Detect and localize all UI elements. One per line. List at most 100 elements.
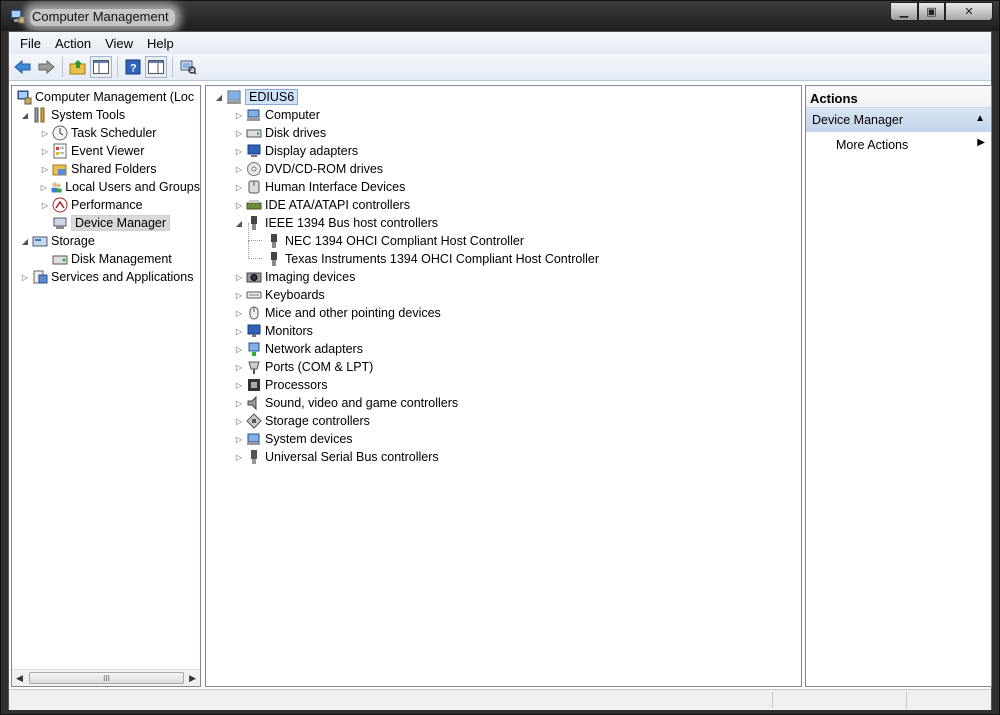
expand-arrow-icon[interactable]: ▷ [234, 416, 244, 426]
tree-item-shared-folders[interactable]: ▷ Shared Folders [12, 160, 200, 178]
help-icon[interactable]: ? [122, 56, 144, 78]
expand-arrow-icon[interactable]: ▷ [234, 362, 244, 372]
tree-item-services-applications[interactable]: ▷ Services and Applications [12, 268, 200, 286]
scan-hardware-icon[interactable] [177, 56, 199, 78]
collapse-arrow-icon[interactable]: ◢ [20, 110, 30, 120]
tree-label: IEEE 1394 Bus host controllers [265, 216, 439, 230]
actions-section-device-manager[interactable]: Device Manager ▲ [806, 108, 991, 132]
device-tree-pane[interactable]: ◢ EDIUS6 ▷ Computer ▷ Disk drives ▷ Display a… [205, 85, 802, 687]
device-category-network-adapters[interactable]: ▷ Network adapters [206, 340, 801, 358]
close-button[interactable]: ✕ [945, 2, 993, 21]
expand-arrow-icon[interactable]: ▷ [234, 110, 244, 120]
tree-label: Computer Management (Loc [35, 90, 195, 104]
tree-item-storage[interactable]: ◢ Storage [12, 232, 200, 250]
device-category-keyboards[interactable]: ▷ Keyboards [206, 286, 801, 304]
device-category-disk-drives[interactable]: ▷ Disk drives [206, 124, 801, 142]
expand-arrow-icon[interactable]: ▷ [234, 326, 244, 336]
horizontal-scrollbar[interactable]: ◀ III ▶ [12, 669, 200, 686]
tree-item-local-users[interactable]: ▷ Local Users and Groups [12, 178, 200, 196]
tree-item-task-scheduler[interactable]: ▷ Task Scheduler [12, 124, 200, 142]
title-bar[interactable]: Computer Management ▁ ▣ ✕ [1, 1, 999, 31]
expand-arrow-icon[interactable]: ▷ [234, 344, 244, 354]
device-category-mice-and-other-pointing-devices[interactable]: ▷ Mice and other pointing devices [206, 304, 801, 322]
device-category-imaging-devices[interactable]: ▷ Imaging devices [206, 268, 801, 286]
device-category-processors[interactable]: ▷ Processors [206, 376, 801, 394]
expand-arrow-icon[interactable]: ▷ [234, 164, 244, 174]
action-pane-icon[interactable] [145, 56, 167, 78]
device-category-ports-com-lpt[interactable]: ▷ Ports (COM & LPT) [206, 358, 801, 376]
status-segment [906, 692, 907, 708]
tree-label: Computer [265, 108, 320, 122]
expand-arrow-icon[interactable]: ▷ [234, 182, 244, 192]
expand-arrow-icon[interactable]: ▷ [40, 164, 50, 174]
expand-arrow-icon[interactable]: ▷ [234, 398, 244, 408]
collapse-arrow-icon[interactable]: ◢ [20, 236, 30, 246]
expand-arrow-icon[interactable]: ▷ [40, 146, 50, 156]
scroll-left-icon[interactable]: ◀ [16, 673, 23, 684]
show-hide-tree-icon[interactable] [90, 56, 112, 78]
expand-arrow-icon[interactable]: ▷ [234, 434, 244, 444]
device-category-universal-serial-bus-controllers[interactable]: ▷ Universal Serial Bus controllers [206, 448, 801, 466]
expand-arrow-icon[interactable]: ▷ [234, 128, 244, 138]
expand-arrow-icon[interactable]: ▷ [234, 146, 244, 156]
device-category-computer[interactable]: ▷ Computer [206, 106, 801, 124]
tree-item-event-viewer[interactable]: ▷ Event Viewer [12, 142, 200, 160]
window-title: Computer Management [30, 9, 175, 26]
expand-arrow-icon[interactable]: ▷ [40, 128, 50, 138]
expand-arrow-icon[interactable]: ▷ [234, 380, 244, 390]
scrollbar-thumb[interactable]: III [29, 672, 184, 684]
collapse-up-icon[interactable]: ▲ [975, 113, 985, 124]
expand-arrow-icon[interactable]: ▷ [40, 182, 48, 192]
device-category-storage-controllers[interactable]: ▷ Storage controllers [206, 412, 801, 430]
device-item-texas-instruments-1394-ohci-compliant-host-controller[interactable]: Texas Instruments 1394 OHCI Compliant Ho… [206, 241, 801, 268]
device-category-ide-ata-atapi-controllers[interactable]: ▷ IDE ATA/ATAPI controllers [206, 196, 801, 214]
expand-arrow-icon[interactable]: ▷ [20, 272, 30, 282]
menu-view[interactable]: View [98, 34, 140, 53]
menu-action[interactable]: Action [48, 34, 98, 53]
menu-help[interactable]: Help [140, 34, 181, 53]
display-adapter-icon [247, 144, 261, 157]
device-category-display-adapters[interactable]: ▷ Display adapters [206, 142, 801, 160]
device-category-monitors[interactable]: ▷ Monitors [206, 322, 801, 340]
more-actions-item[interactable]: More Actions ▶ [806, 132, 991, 156]
menu-file[interactable]: File [13, 34, 48, 53]
tree-label: Storage [51, 234, 95, 248]
tree-label-root: EDIUS6 [245, 89, 299, 105]
tree-item-computer-management[interactable]: Computer Management (Loc [12, 88, 200, 106]
expand-arrow-icon[interactable]: ▷ [234, 452, 244, 462]
console-tree-pane[interactable]: Computer Management (Loc ◢ System Tools … [11, 85, 201, 687]
expand-arrow-icon[interactable]: ▷ [234, 308, 244, 318]
up-folder-icon[interactable] [67, 56, 89, 78]
device-manager-icon [53, 217, 67, 229]
device-category-ieee-1394-bus-host-controllers[interactable]: ◢ IEEE 1394 Bus host controllers [206, 214, 801, 232]
maximize-button[interactable]: ▣ [918, 2, 945, 21]
device-category-dvd-cd-rom-drives[interactable]: ▷ DVD/CD-ROM drives [206, 160, 801, 178]
tree-item-system-tools[interactable]: ◢ System Tools [12, 106, 200, 124]
tree-label: System devices [265, 432, 353, 446]
device-category-human-interface-devices[interactable]: ▷ Human Interface Devices [206, 178, 801, 196]
device-category-sound-video-and-game-controllers[interactable]: ▷ Sound, video and game controllers [206, 394, 801, 412]
expand-arrow-icon[interactable]: ▷ [40, 200, 50, 210]
status-segment [772, 692, 773, 708]
tree-item-device-manager[interactable]: Device Manager [12, 214, 200, 232]
performance-icon [52, 197, 68, 213]
back-arrow-icon[interactable] [12, 56, 34, 78]
tree-item-edius6[interactable]: ◢ EDIUS6 [206, 88, 801, 106]
forward-arrow-icon[interactable] [35, 56, 57, 78]
hid-icon [248, 180, 260, 194]
device-category-system-devices[interactable]: ▷ System devices [206, 430, 801, 448]
tree-label: Ports (COM & LPT) [265, 360, 374, 374]
scroll-right-icon[interactable]: ▶ [189, 673, 196, 684]
ieee1394-icon [271, 252, 277, 266]
tree-label: Network adapters [265, 342, 363, 356]
tree-item-disk-management[interactable]: Disk Management [12, 250, 200, 268]
expand-arrow-icon[interactable]: ▷ [234, 200, 244, 210]
device-item-nec-1394-ohci-compliant-host-controller[interactable]: NEC 1394 OHCI Compliant Host Controller [206, 223, 801, 250]
tree-item-performance[interactable]: ▷ Performance [12, 196, 200, 214]
collapse-arrow-icon[interactable]: ◢ [234, 218, 244, 228]
collapse-arrow-icon[interactable]: ◢ [214, 92, 224, 102]
minimize-button[interactable]: ▁ [890, 2, 918, 21]
expand-arrow-icon[interactable]: ▷ [234, 290, 244, 300]
storage-icon [32, 236, 48, 247]
expand-arrow-icon[interactable]: ▷ [234, 272, 244, 282]
